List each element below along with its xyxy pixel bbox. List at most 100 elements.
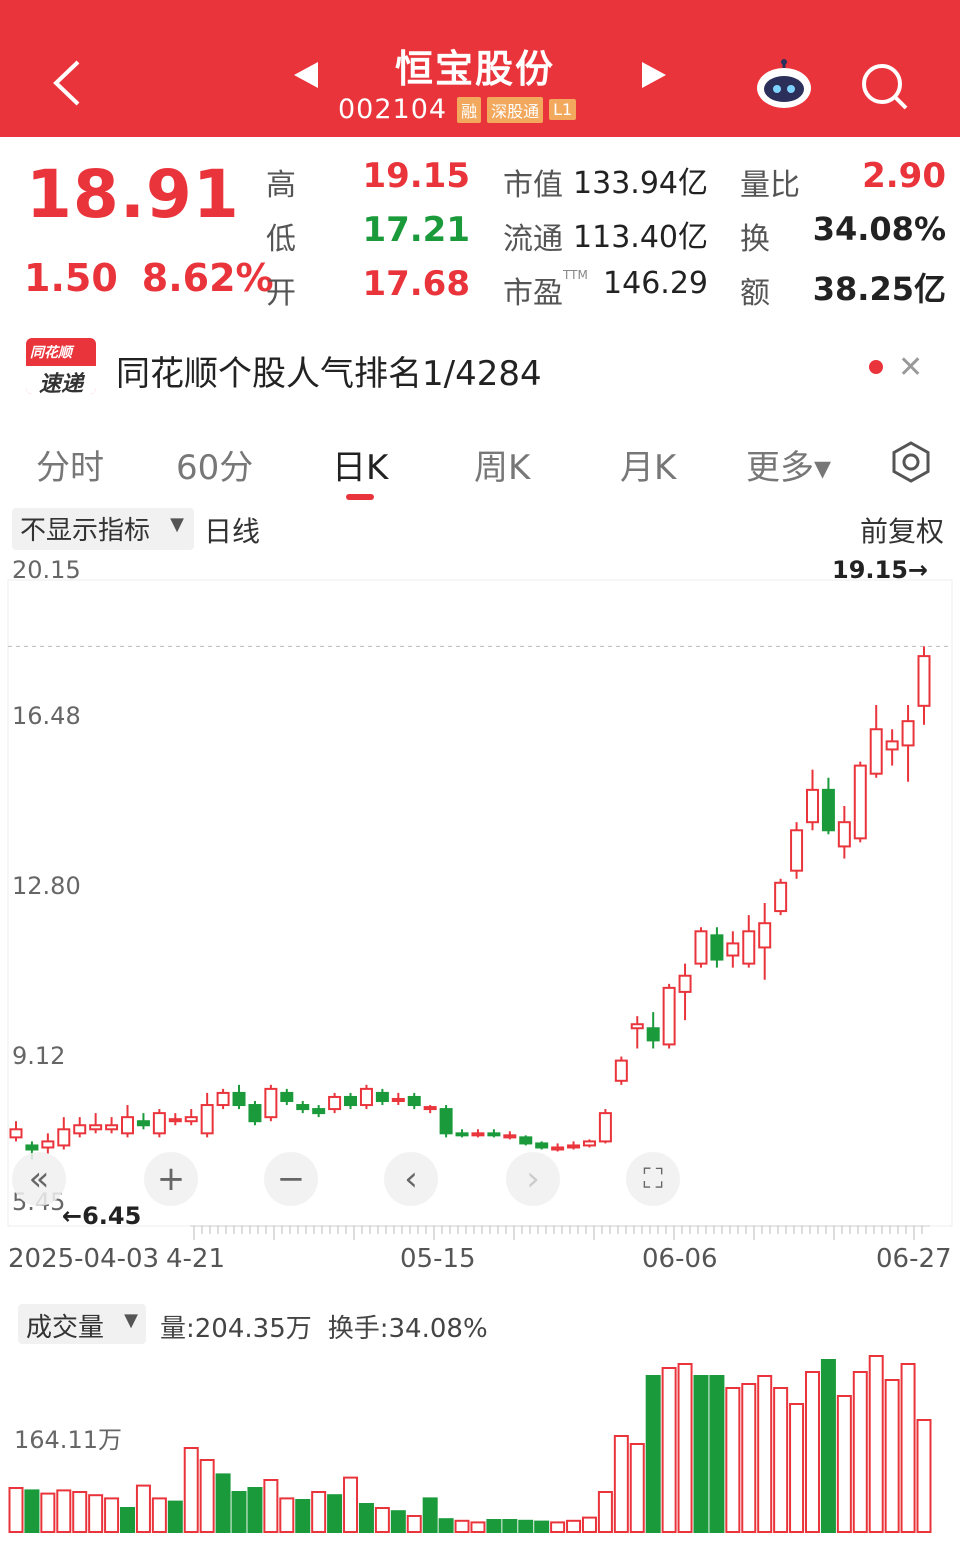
volume-bar — [454, 1519, 470, 1534]
candle-body — [630, 1023, 644, 1030]
candle-body — [9, 1128, 23, 1139]
volume-chart[interactable] — [0, 1344, 960, 1540]
robot-assistant-icon[interactable] — [754, 58, 814, 110]
back-button[interactable] — [38, 48, 98, 118]
candle — [805, 769, 819, 831]
y-tick-top: 20.15 — [12, 556, 81, 584]
volume-bar — [868, 1355, 884, 1533]
candle — [662, 983, 676, 1049]
tab-weekly-k[interactable]: 周K — [474, 440, 530, 489]
fullscreen-button[interactable]: ⛶ — [626, 1152, 680, 1206]
candle-body — [89, 1124, 103, 1131]
candle — [423, 1105, 437, 1114]
volume-bar — [390, 1510, 406, 1533]
candle — [216, 1088, 230, 1110]
candle-body — [296, 1104, 310, 1111]
float-value: 113.40亿 — [573, 220, 708, 255]
period-label: 日线 — [204, 515, 261, 548]
volume-bar — [24, 1489, 40, 1533]
volume-bar — [358, 1503, 374, 1533]
candle-body — [710, 934, 724, 961]
adjust-mode-button[interactable]: 前复权 — [860, 510, 944, 550]
scroll-left-button[interactable]: ‹ — [384, 1152, 438, 1206]
tab-intraday[interactable]: 分时 — [36, 440, 104, 489]
candle — [328, 1092, 342, 1114]
amount-value: 38.25亿 — [812, 270, 946, 308]
badge-connect: 深股通 — [487, 96, 544, 123]
candle-body — [328, 1095, 342, 1111]
tab-daily-k[interactable]: 日K — [332, 440, 388, 489]
candle — [487, 1129, 501, 1138]
candle-body — [821, 788, 835, 832]
chevron-left-icon — [53, 60, 80, 106]
candle — [57, 1117, 71, 1150]
next-stock-button[interactable] — [640, 60, 668, 98]
candle — [694, 927, 708, 968]
candle — [391, 1092, 405, 1106]
volume-bar — [550, 1521, 566, 1533]
gear-icon[interactable] — [889, 440, 933, 484]
triangle-left-icon — [294, 62, 318, 88]
search-icon[interactable] — [858, 60, 910, 112]
candle-body — [535, 1142, 549, 1149]
stock-name: 恒宝股份 — [394, 47, 555, 91]
indicator-select[interactable]: 不显示指标 ▼ — [12, 508, 194, 550]
volume-bar — [773, 1387, 789, 1533]
tab-60min[interactable]: 60分 — [176, 440, 253, 489]
volume-indicator-select[interactable]: 成交量 ▼ — [18, 1304, 146, 1344]
zoom-in-button[interactable]: + — [144, 1152, 198, 1206]
badge-level: L1 — [549, 99, 577, 120]
candle — [471, 1129, 485, 1138]
close-banner-button[interactable]: ✕ — [898, 350, 923, 385]
candle-body — [73, 1124, 87, 1135]
low-label: 低 — [266, 222, 296, 257]
current-price: 18.91 — [26, 156, 240, 233]
candle-body — [375, 1091, 389, 1103]
volume-bar — [916, 1419, 932, 1533]
candle-body — [678, 974, 692, 993]
candle — [248, 1101, 262, 1126]
candle-body — [614, 1059, 628, 1082]
stock-code-row: 002104 融 深股通 L1 — [338, 94, 577, 125]
candle-body — [598, 1112, 612, 1143]
candle-body — [551, 1146, 565, 1151]
prev-stock-button[interactable] — [292, 60, 320, 98]
candle — [535, 1141, 549, 1150]
popularity-rank-banner[interactable]: 同花顺个股人气排名1/4284 — [116, 346, 542, 395]
volume-bar — [820, 1359, 836, 1533]
y-tick-2: 16.48 — [12, 702, 81, 730]
candle-body — [136, 1120, 150, 1127]
candle-body — [248, 1104, 262, 1123]
scroll-right-button[interactable]: › — [506, 1152, 560, 1206]
low-price-marker: ←6.45 — [62, 1202, 142, 1230]
candle-body — [869, 728, 883, 775]
volume-bar — [422, 1497, 438, 1533]
volume-bar — [231, 1491, 247, 1533]
candle-body — [853, 764, 867, 840]
change-amount: 1.50 — [24, 256, 118, 300]
zoom-out-button[interactable]: − — [264, 1152, 318, 1206]
low-value: 17.21 — [362, 210, 470, 250]
candlestick-chart[interactable] — [0, 550, 960, 1240]
candle — [917, 646, 931, 725]
candle — [121, 1105, 135, 1138]
stock-code: 002104 — [338, 94, 448, 125]
candle — [710, 927, 724, 968]
jump-first-button[interactable]: « — [12, 1152, 66, 1206]
volume-bar — [120, 1507, 136, 1533]
candle — [869, 705, 883, 778]
candle — [614, 1056, 628, 1085]
volume-bar — [263, 1479, 279, 1533]
candle-body — [105, 1124, 119, 1131]
candle-body — [184, 1116, 198, 1123]
candle — [837, 806, 851, 859]
candle — [375, 1088, 389, 1106]
chart-frame — [7, 579, 953, 1227]
candle — [73, 1117, 87, 1138]
tab-more[interactable]: 更多▾ — [746, 440, 831, 489]
candle-body — [232, 1091, 246, 1107]
tab-monthly-k[interactable]: 月K — [620, 440, 676, 489]
volume-bar — [104, 1497, 120, 1533]
candle — [901, 705, 915, 782]
candle-body — [646, 1027, 660, 1042]
